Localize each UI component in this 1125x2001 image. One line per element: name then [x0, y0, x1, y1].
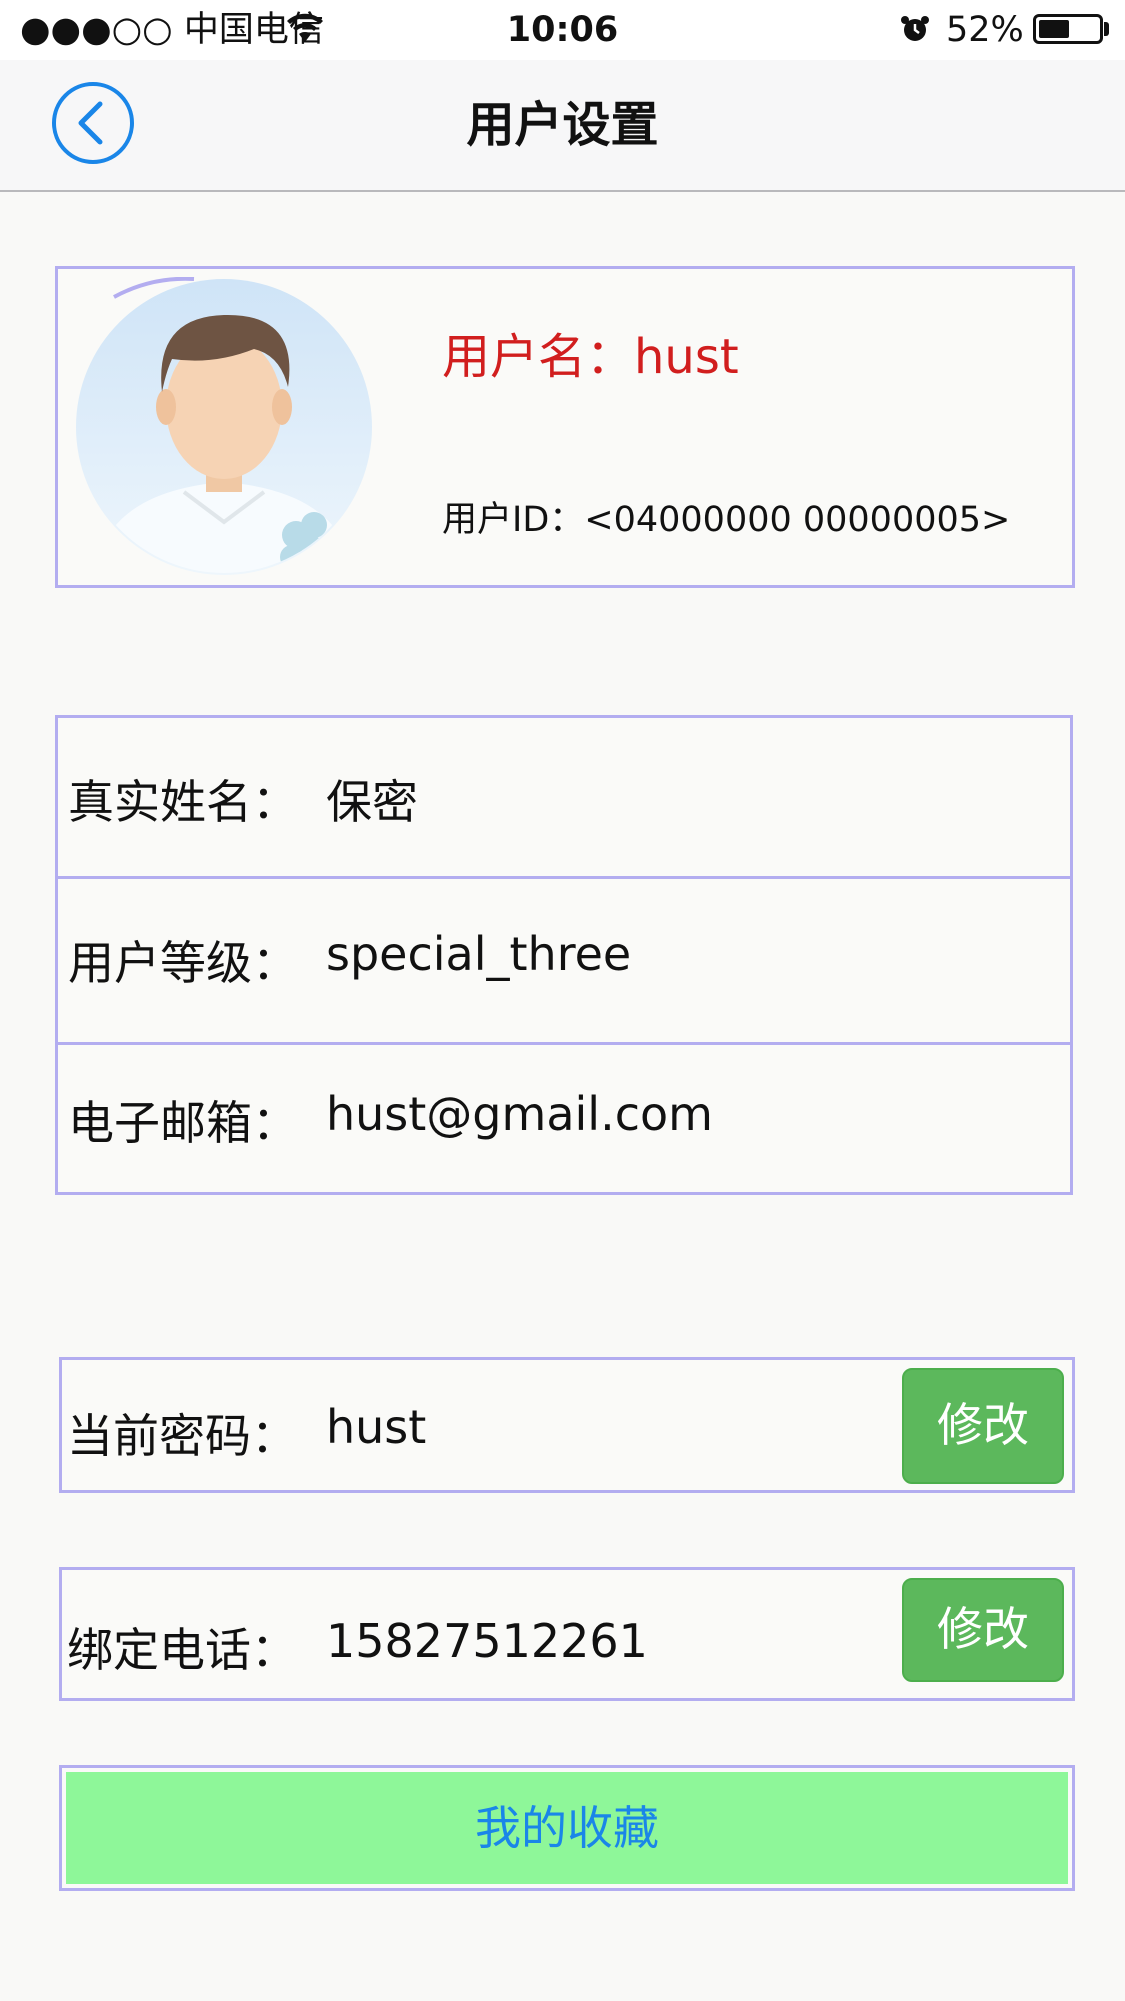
edit-phone-button[interactable]: 修改 [902, 1578, 1064, 1682]
user-id: 用户ID：<04000000 00000005> [442, 500, 1011, 540]
email-label: 电子邮箱： [68, 1096, 298, 1150]
real-name-label: 真实姓名： [68, 775, 298, 829]
phone-value: 15827512261 [326, 1614, 648, 1668]
real-name-value: 保密 [326, 775, 418, 829]
battery-icon [1033, 14, 1103, 44]
password-label: 当前密码： [67, 1409, 297, 1463]
status-bar: ●●●○○ 中国电信 10:06 52% [0, 0, 1125, 60]
password-value: hust [326, 1400, 427, 1454]
list-item: 用户等级： special_three [58, 876, 1070, 1034]
favorites-container: 我的收藏 [59, 1765, 1075, 1891]
my-favorites-button[interactable]: 我的收藏 [66, 1772, 1068, 1884]
battery-tip [1104, 22, 1109, 36]
edit-password-button[interactable]: 修改 [902, 1368, 1064, 1484]
user-level-value: special_three [326, 927, 632, 981]
password-row: 当前密码： hust 修改 [59, 1357, 1075, 1493]
page-title: 用户设置 [466, 97, 659, 153]
navigation-bar: 用户设置 [0, 60, 1125, 192]
phone-row: 绑定电话： 15827512261 修改 [59, 1567, 1075, 1701]
user-level-label: 用户等级： [68, 936, 298, 990]
alarm-icon [901, 16, 929, 41]
avatar [76, 277, 372, 575]
email-value: hust@gmail.com [326, 1087, 713, 1141]
user-info-list: 真实姓名： 保密 用户等级： special_three 电子邮箱： hust@… [55, 715, 1073, 1195]
username: 用户名：hust [442, 329, 739, 385]
phone-label: 绑定电话： [67, 1623, 297, 1677]
list-item: 真实姓名： 保密 [58, 718, 1070, 876]
list-item: 电子邮箱： hust@gmail.com [58, 1042, 1070, 1192]
battery-percent: 52% [946, 10, 1024, 50]
profile-card: 用户名：hust 用户ID：<04000000 00000005> [55, 266, 1075, 588]
